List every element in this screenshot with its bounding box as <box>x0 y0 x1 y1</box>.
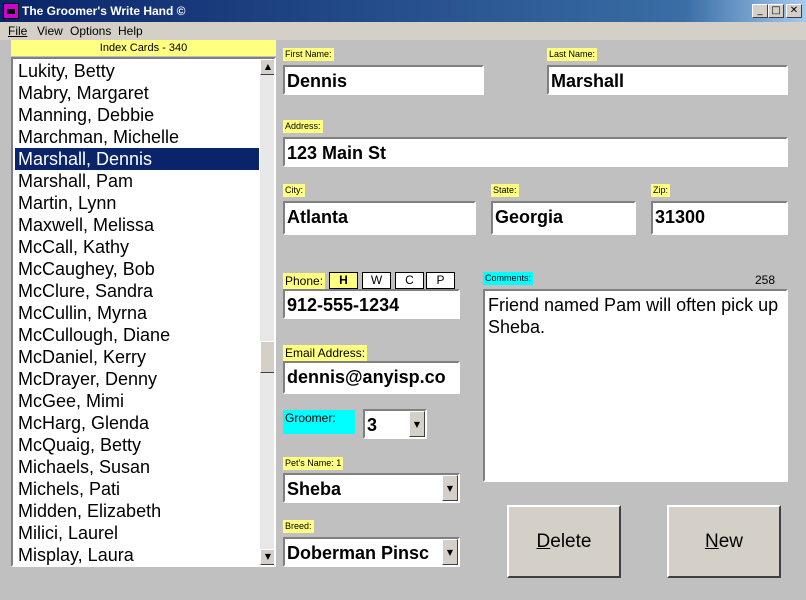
pets-name-value: Sheba <box>287 479 342 499</box>
scroll-down-icon[interactable]: ▼ <box>260 549 274 565</box>
phone-field[interactable]: 912-555-1234 <box>283 289 460 319</box>
groomer-value: 3 <box>367 415 378 435</box>
list-item[interactable]: Milici, Laurel <box>15 522 259 544</box>
chevron-down-icon[interactable]: ▼ <box>442 539 458 565</box>
delete-hotkey: D <box>536 531 551 552</box>
maximize-button[interactable]: □ <box>768 4 784 18</box>
list-item[interactable]: McDrayer, Denny <box>15 368 259 390</box>
new-label: ew <box>718 531 744 552</box>
state-field[interactable]: Georgia <box>491 201 636 235</box>
list-item[interactable]: McCall, Kathy <box>15 236 259 258</box>
breed-label: Breed: <box>283 520 314 533</box>
list-scrollbar[interactable]: ▲ ▼ <box>260 59 274 565</box>
list-item[interactable]: Marchman, Michelle <box>15 126 259 148</box>
phone-tab-cell[interactable]: C <box>395 272 424 289</box>
list-item[interactable]: Manning, Debbie <box>15 104 259 126</box>
groomer-label: Groomer: <box>283 410 355 434</box>
state-label: State: <box>491 184 519 197</box>
first-name-label: First Name: <box>283 48 334 61</box>
phone-tab-work[interactable]: W <box>362 272 391 289</box>
menu-bar: File View Options Help <box>0 22 806 40</box>
first-name-field[interactable]: Dennis <box>283 65 484 95</box>
list-item[interactable]: Marshall, Pam <box>15 170 259 192</box>
list-item[interactable]: Misplay, Laura <box>15 544 259 565</box>
minimize-button[interactable]: _ <box>752 4 768 18</box>
index-cards-list[interactable]: Lukity, Betty Mabry, Margaret Manning, Deb… <box>11 57 276 567</box>
delete-button[interactable]: Delete <box>507 505 621 578</box>
list-item[interactable]: Michels, Pati <box>15 478 259 500</box>
chevron-down-icon[interactable]: ▼ <box>442 475 458 501</box>
zip-field[interactable]: 31300 <box>651 201 788 235</box>
list-item[interactable]: McHarg, Glenda <box>15 412 259 434</box>
comments-label: Comments: <box>483 272 534 285</box>
delete-label: elete <box>550 531 592 552</box>
pets-name-label: Pet's Name: 1 <box>283 457 344 470</box>
list-item[interactable]: Mabry, Margaret <box>15 82 259 104</box>
list-item[interactable]: McCullin, Myrna <box>15 302 259 324</box>
last-name-label: Last Name: <box>547 48 598 61</box>
city-field[interactable]: Atlanta <box>283 201 476 235</box>
list-item[interactable]: McDaniel, Kerry <box>15 346 259 368</box>
phone-label: Phone: <box>283 273 326 289</box>
list-item[interactable]: Michaels, Susan <box>15 456 259 478</box>
list-item[interactable]: McQuaig, Betty <box>15 434 259 456</box>
breed-value: Doberman Pinsc <box>287 543 430 563</box>
email-field[interactable]: dennis@anyisp.co <box>283 361 460 394</box>
breed-select[interactable]: Doberman Pinsc ▼ <box>283 537 460 567</box>
phone-tab-home[interactable]: H <box>329 272 358 289</box>
email-label: Email Address: <box>283 345 368 361</box>
scroll-thumb[interactable] <box>260 341 274 373</box>
pets-name-select[interactable]: Sheba ▼ <box>283 473 460 503</box>
new-hotkey: N <box>704 531 719 552</box>
close-button[interactable]: ✕ <box>786 4 802 18</box>
list-item[interactable]: McCullough, Diane <box>15 324 259 346</box>
menu-file-label: File <box>8 24 28 38</box>
address-label: Address: <box>283 120 323 133</box>
list-item[interactable]: Marshall, Dennis <box>15 148 259 170</box>
phone-tab-pager[interactable]: P <box>426 272 455 289</box>
app-icon <box>3 3 19 19</box>
comments-field[interactable]: Friend named Pam will often pick up Sheb… <box>483 289 788 482</box>
list-item[interactable]: Martin, Lynn <box>15 192 259 214</box>
city-label: City: <box>283 184 305 197</box>
window-title: The Groomer's Write Hand © <box>22 4 186 18</box>
new-button[interactable]: New <box>667 505 781 578</box>
menu-file[interactable]: File <box>8 24 27 38</box>
zip-label: Zip: <box>651 184 671 197</box>
menu-view[interactable]: View <box>37 24 63 38</box>
address-field[interactable]: 123 Main St <box>283 137 788 167</box>
chevron-down-icon[interactable]: ▼ <box>409 411 425 437</box>
list-item[interactable]: McClure, Sandra <box>15 280 259 302</box>
comments-char-count: 258 <box>755 273 776 287</box>
menu-options[interactable]: Options <box>70 24 111 38</box>
scroll-up-icon[interactable]: ▲ <box>260 59 274 75</box>
list-item[interactable]: Lukity, Betty <box>15 60 259 82</box>
index-cards-header: Index Cards - 340 <box>11 40 276 56</box>
groomer-select[interactable]: 3 ▼ <box>363 409 427 439</box>
list-item[interactable]: Maxwell, Melissa <box>15 214 259 236</box>
list-item[interactable]: Midden, Elizabeth <box>15 500 259 522</box>
list-item[interactable]: McGee, Mimi <box>15 390 259 412</box>
last-name-field[interactable]: Marshall <box>547 65 788 95</box>
menu-help[interactable]: Help <box>118 24 143 38</box>
list-item[interactable]: McCaughey, Bob <box>15 258 259 280</box>
title-bar: The Groomer's Write Hand © _ □ ✕ <box>0 0 806 22</box>
